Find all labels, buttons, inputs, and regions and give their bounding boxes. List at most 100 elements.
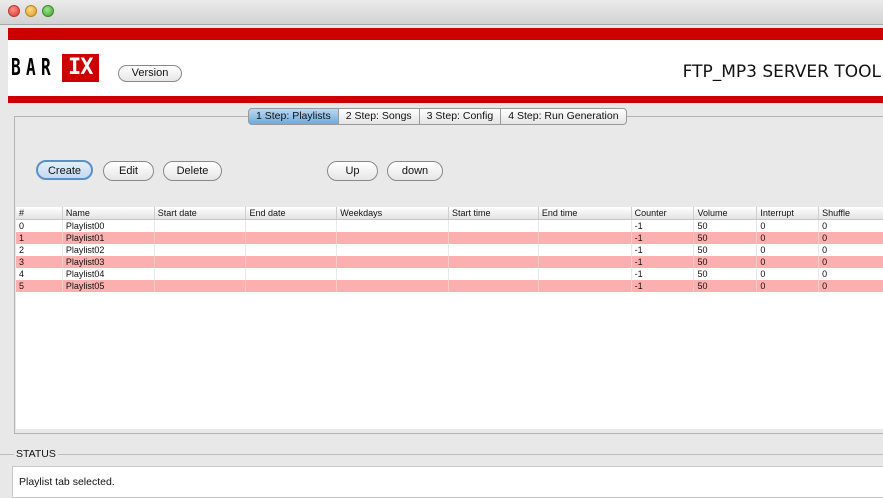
tab-playlists[interactable]: 1 Step: Playlists — [248, 108, 339, 125]
table-cell — [539, 256, 632, 268]
edit-button[interactable]: Edit — [103, 161, 154, 181]
window-titlebar — [0, 0, 883, 25]
table-row[interactable]: 3 Playlist03 -1 50 0 0 — [16, 256, 883, 268]
logo-letter: R — [41, 55, 51, 81]
table-row[interactable]: 2 Playlist02 -1 50 0 0 — [16, 244, 883, 256]
table-cell — [246, 244, 338, 256]
table-cell: 0 — [757, 232, 820, 244]
table-cell: 50 — [694, 244, 758, 256]
table-cell — [246, 280, 338, 292]
playlists-table: # Name Start date End date Weekdays Star… — [16, 207, 883, 429]
table-cell: Playlist04 — [63, 268, 155, 280]
table-cell — [449, 220, 539, 232]
table-cell: 0 — [819, 256, 883, 268]
table-cell: -1 — [632, 256, 695, 268]
table-cell — [155, 268, 247, 280]
table-row[interactable]: 5 Playlist05 -1 50 0 0 — [16, 280, 883, 292]
table-cell: 50 — [694, 256, 758, 268]
table-row[interactable]: 1 Playlist01 -1 50 0 0 — [16, 232, 883, 244]
table-cell — [449, 256, 539, 268]
column-header[interactable]: Counter — [632, 207, 695, 219]
table-row[interactable]: 4 Playlist04 -1 50 0 0 — [16, 268, 883, 280]
tab-config[interactable]: 3 Step: Config — [419, 108, 502, 125]
tab-songs[interactable]: 2 Step: Songs — [338, 108, 420, 125]
app-title: FTP_MP3 SERVER TOOL — [682, 62, 881, 82]
status-message: Playlist tab selected. — [19, 476, 115, 488]
table-body: 0 Playlist00 -1 50 0 0 1 Playlist01 -1 50 0 0 2 Playl… — [16, 220, 883, 292]
table-cell — [337, 268, 450, 280]
table-cell — [337, 244, 450, 256]
table-cell: Playlist02 — [63, 244, 155, 256]
table-cell — [337, 280, 450, 292]
table-cell: 5 — [16, 280, 63, 292]
table-cell — [155, 280, 247, 292]
header-red-bar-top — [8, 28, 883, 40]
table-cell — [337, 232, 450, 244]
column-header[interactable]: Shuffle — [819, 207, 883, 219]
column-header[interactable]: End time — [539, 207, 632, 219]
table-cell — [539, 268, 632, 280]
table-cell — [337, 256, 450, 268]
table-cell — [539, 220, 632, 232]
table-cell — [155, 232, 247, 244]
table-cell — [449, 232, 539, 244]
table-cell — [449, 268, 539, 280]
table-cell: -1 — [632, 232, 695, 244]
create-button[interactable]: Create — [36, 160, 93, 180]
table-cell: 0 — [819, 220, 883, 232]
column-header[interactable]: Start time — [449, 207, 539, 219]
table-cell: Playlist00 — [63, 220, 155, 232]
table-cell: 4 — [16, 268, 63, 280]
logo-highlight: IX — [62, 54, 99, 82]
column-header[interactable]: Weekdays — [337, 207, 450, 219]
table-cell: 0 — [819, 268, 883, 280]
app-header: B A R IX Version FTP_MP3 SERVER TOOL — [8, 40, 883, 96]
status-box: Playlist tab selected. — [12, 466, 883, 498]
table-cell — [246, 256, 338, 268]
table-cell — [337, 220, 450, 232]
table-cell: 1 — [16, 232, 63, 244]
tab-run-generation[interactable]: 4 Step: Run Generation — [501, 108, 627, 125]
close-window-icon[interactable] — [8, 5, 20, 17]
zoom-window-icon[interactable] — [42, 5, 54, 17]
column-header[interactable]: Volume — [694, 207, 758, 219]
column-header[interactable]: Name — [63, 207, 155, 219]
table-cell: -1 — [632, 280, 695, 292]
table-cell: 50 — [694, 220, 758, 232]
status-divider — [0, 454, 883, 455]
move-down-button[interactable]: down — [387, 161, 443, 181]
table-cell: 50 — [694, 232, 758, 244]
table-cell: -1 — [632, 268, 695, 280]
table-header: # Name Start date End date Weekdays Star… — [16, 207, 883, 220]
delete-button[interactable]: Delete — [163, 161, 222, 181]
table-cell — [246, 220, 338, 232]
table-cell: 0 — [757, 256, 820, 268]
table-cell: 3 — [16, 256, 63, 268]
table-cell — [449, 244, 539, 256]
table-cell: 0 — [757, 244, 820, 256]
column-header[interactable]: # — [16, 207, 63, 219]
table-row[interactable]: 0 Playlist00 -1 50 0 0 — [16, 220, 883, 232]
move-up-button[interactable]: Up — [327, 161, 378, 181]
table-cell: 0 — [757, 268, 820, 280]
table-cell: 50 — [694, 268, 758, 280]
minimize-window-icon[interactable] — [25, 5, 37, 17]
table-cell: 0 — [819, 232, 883, 244]
table-cell: 0 — [819, 244, 883, 256]
table-cell — [539, 232, 632, 244]
table-cell — [246, 232, 338, 244]
table-cell — [155, 256, 247, 268]
table-cell: 0 — [819, 280, 883, 292]
column-header[interactable]: Start date — [155, 207, 247, 219]
logo-letter: B — [11, 55, 21, 81]
table-cell: 0 — [757, 280, 820, 292]
step-tabs: 1 Step: Playlists 2 Step: Songs 3 Step: … — [248, 108, 627, 125]
status-label: STATUS — [14, 448, 58, 460]
column-header[interactable]: End date — [246, 207, 338, 219]
table-cell — [539, 280, 632, 292]
table-cell: -1 — [632, 220, 695, 232]
table-cell: 0 — [16, 220, 63, 232]
table-cell — [449, 280, 539, 292]
version-button[interactable]: Version — [118, 65, 182, 82]
column-header[interactable]: Interrupt — [757, 207, 820, 219]
